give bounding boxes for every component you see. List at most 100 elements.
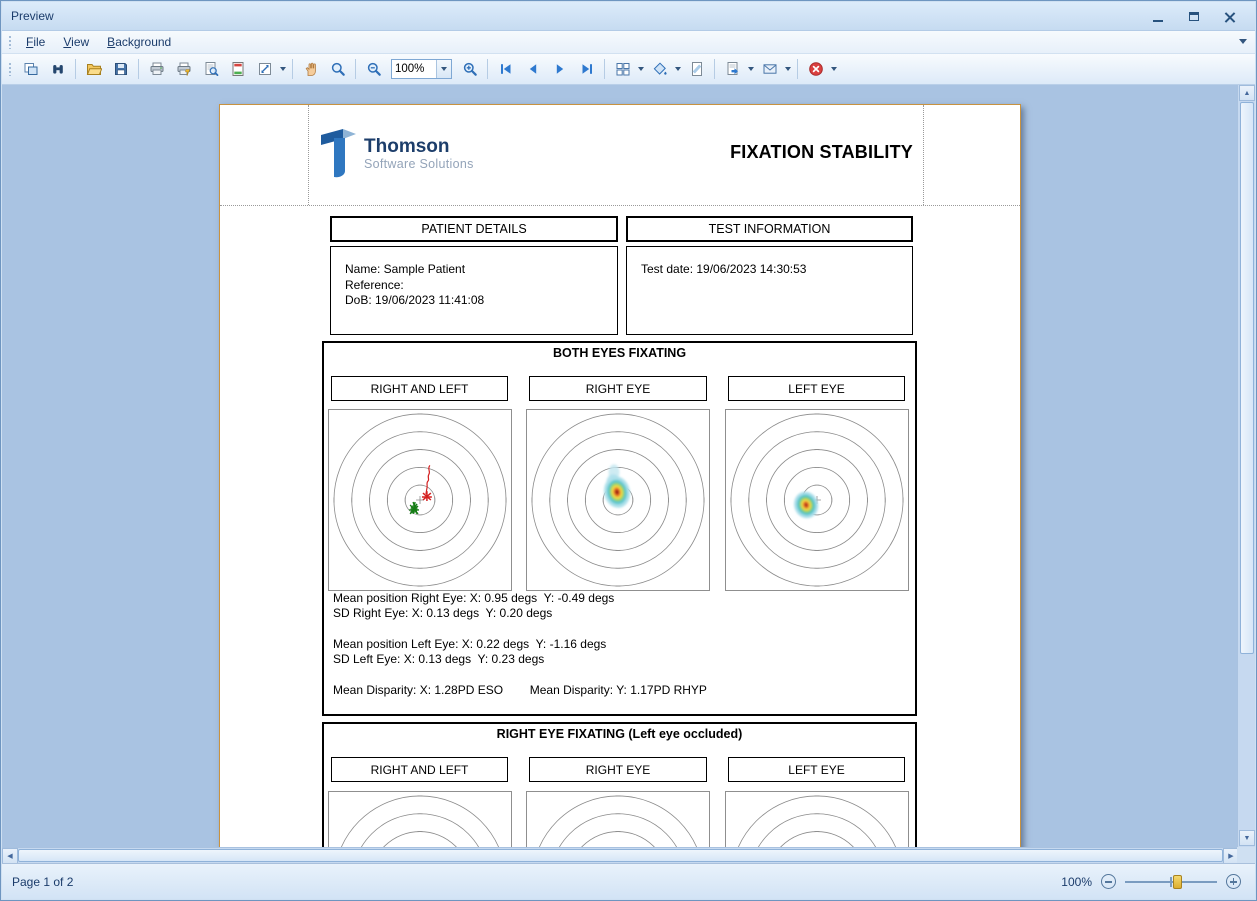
status-zoom-controls: 100% [1061,874,1241,890]
open-folder-icon [86,61,102,77]
fixation-plot-occluded-left-eye [725,791,909,847]
zoom-slider[interactable] [1125,874,1217,890]
export-icon [725,61,741,77]
scale-dropdown-arrow[interactable] [278,57,288,81]
test-information-box: Test date: 19/06/2023 14:30:53 [626,246,913,335]
scroll-down-button[interactable]: ▼ [1239,830,1255,846]
watermark-button[interactable] [684,57,709,81]
thomson-logo-icon [318,125,362,181]
zoom-out-status-button[interactable] [1101,874,1116,889]
fixation-plot-occluded-right-left [328,791,512,847]
menubar-overflow-button[interactable] [1239,39,1247,44]
panel-header-right-eye: RIGHT EYE [529,757,707,782]
save-icon [113,61,129,77]
menu-grip [8,35,13,49]
email-dropdown-arrow[interactable] [783,57,793,81]
export-dropdown-arrow[interactable] [746,57,756,81]
menu-background[interactable]: Background [98,32,180,52]
quick-print-button[interactable] [171,57,196,81]
next-page-icon [552,61,568,77]
zoom-input[interactable] [392,61,436,77]
section-title: RIGHT EYE FIXATING (Left eye occluded) [324,727,915,741]
quick-print-icon [176,61,192,77]
fixation-plot-both-left-eye [725,409,909,591]
export-document-button[interactable] [720,57,745,81]
separator [714,59,715,79]
panel-header-right-eye: RIGHT EYE [529,376,707,401]
hand-tool-button[interactable] [298,57,323,81]
header-footer-button[interactable] [225,57,250,81]
document-viewport[interactable]: Thomson Software Solutions FIXATION STAB… [2,85,1239,847]
hand-tool-icon [303,61,319,77]
separator [604,59,605,79]
menu-file[interactable]: File [17,32,54,52]
menu-file-label: File [26,35,45,49]
exit-button[interactable] [803,57,828,81]
page-info: Page 1 of 2 [12,875,73,889]
next-page-button[interactable] [547,57,572,81]
scale-button[interactable] [252,57,277,81]
vertical-scrollbar[interactable]: ▲ ▼ [1237,85,1255,847]
customize-button[interactable] [18,57,43,81]
zoom-in-icon [462,61,478,77]
toolbar-overflow-arrow[interactable] [829,57,839,81]
menu-view[interactable]: View [54,32,98,52]
last-page-button[interactable] [574,57,599,81]
fill-background-dropdown-arrow[interactable] [673,57,683,81]
title-bar[interactable]: Preview [2,2,1255,31]
report-title: FIXATION STABILITY [730,142,913,163]
separator [75,59,76,79]
search-button[interactable] [45,57,70,81]
window-controls [1145,7,1243,26]
customize-icon [23,61,39,77]
vertical-scroll-thumb[interactable] [1240,102,1254,654]
logo-text: Thomson Software Solutions [364,137,474,171]
stat-sd-right: SD Right Eye: X: 0.13 degs Y: 0.20 degs [333,606,552,620]
fill-background-button[interactable] [647,57,672,81]
multiple-pages-dropdown-arrow[interactable] [636,57,646,81]
email-icon [762,61,778,77]
maximize-icon [1189,12,1199,21]
save-button[interactable] [108,57,133,81]
test-information-header: TEST INFORMATION [626,216,913,242]
panel-header-right-and-left: RIGHT AND LEFT [331,757,508,782]
panel-header-left-eye: LEFT EYE [728,757,905,782]
exit-icon [808,61,824,77]
print-button[interactable] [144,57,169,81]
stat-mean-left: Mean position Left Eye: X: 0.22 degs Y: … [333,637,606,651]
zoom-combo [391,59,452,79]
options-icon [203,61,219,77]
separator [487,59,488,79]
zoom-dropdown-arrow[interactable] [436,60,451,78]
zoom-slider-tick [1170,877,1172,887]
open-button[interactable] [81,57,106,81]
close-window-button[interactable] [1217,7,1243,26]
watermark-icon [689,61,705,77]
multiple-pages-button[interactable] [610,57,635,81]
first-page-button[interactable] [493,57,518,81]
scroll-up-button[interactable]: ▲ [1239,85,1255,101]
send-email-button[interactable] [757,57,782,81]
horizontal-scrollbar[interactable]: ◀ ▶ [2,847,1239,863]
magnifier-button[interactable] [325,57,350,81]
zoom-in-status-button[interactable] [1226,874,1241,889]
scroll-left-button[interactable]: ◀ [2,848,18,864]
zoom-out-button[interactable] [361,57,386,81]
scale-icon [257,61,273,77]
minimize-button[interactable] [1145,7,1171,26]
menu-background-label: Background [107,35,171,49]
patient-reference: Reference: [345,278,617,294]
zoom-slider-thumb[interactable] [1173,875,1182,889]
horizontal-scroll-thumb[interactable] [18,849,1223,862]
window-title: Preview [11,9,54,23]
stat-mean-right: Mean position Right Eye: X: 0.95 degs Y:… [333,591,614,605]
maximize-button[interactable] [1181,7,1207,26]
print-icon [149,61,165,77]
previous-page-button[interactable] [520,57,545,81]
zoom-in-button[interactable] [457,57,482,81]
separator [138,59,139,79]
menu-bar: File View Background [2,31,1255,54]
options-button[interactable] [198,57,223,81]
patient-dob: DoB: 19/06/2023 11:41:08 [345,293,617,309]
margin-guide [308,105,309,205]
